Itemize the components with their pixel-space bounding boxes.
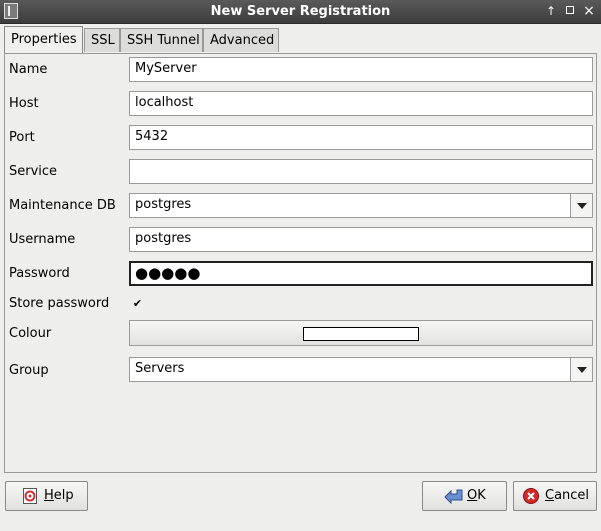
colour-button[interactable] — [129, 320, 593, 346]
help-label: Help — [44, 488, 74, 503]
shade-icon[interactable]: ↑ — [543, 3, 559, 19]
tab-properties[interactable]: Properties — [4, 26, 83, 53]
colour-label: Colour — [9, 326, 52, 341]
ok-label: OK — [467, 488, 486, 503]
store-password-label: Store password — [9, 296, 110, 311]
maintenance-db-combo[interactable]: postgres — [129, 193, 593, 218]
chevron-down-icon[interactable] — [570, 358, 592, 381]
help-icon — [23, 488, 37, 504]
host-label: Host — [9, 96, 39, 111]
cancel-button[interactable]: Cancel — [513, 481, 597, 511]
close-icon[interactable]: × — [581, 3, 597, 19]
window-title: New Server Registration — [210, 4, 391, 19]
username-label: Username — [9, 232, 76, 247]
password-field[interactable]: ●●●●● — [129, 261, 593, 286]
username-field[interactable]: postgres — [129, 227, 593, 252]
service-label: Service — [9, 164, 58, 179]
maintenance-db-value: postgres — [135, 197, 192, 212]
ok-arrow-icon — [444, 489, 463, 504]
store-password-checkbox[interactable]: ✔ — [131, 297, 144, 310]
name-field[interactable]: MyServer — [129, 57, 593, 82]
host-field[interactable]: localhost — [129, 91, 593, 116]
tab-advanced[interactable]: Advanced — [203, 28, 279, 52]
password-label: Password — [9, 266, 70, 281]
port-field[interactable]: 5432 — [129, 125, 593, 150]
port-label: Port — [9, 130, 35, 145]
chevron-down-icon[interactable] — [570, 194, 592, 217]
maintenance-db-label: Maintenance DB — [9, 198, 116, 213]
name-label: Name — [9, 62, 48, 77]
ok-button[interactable]: OK — [422, 481, 507, 511]
help-button[interactable]: Help — [5, 481, 88, 511]
group-label: Group — [9, 363, 49, 378]
title-bar: New Server Registration ↑ × — [0, 0, 601, 24]
cancel-label: Cancel — [545, 488, 590, 503]
maximize-icon[interactable] — [562, 3, 578, 19]
group-value: Servers — [135, 361, 185, 376]
group-combo[interactable]: Servers — [129, 357, 593, 382]
colour-swatch — [303, 327, 419, 341]
tab-ssl[interactable]: SSL — [84, 28, 120, 52]
service-field[interactable] — [129, 159, 593, 184]
tab-ssh-tunnel[interactable]: SSH Tunnel — [120, 28, 203, 52]
cancel-icon — [523, 488, 539, 504]
